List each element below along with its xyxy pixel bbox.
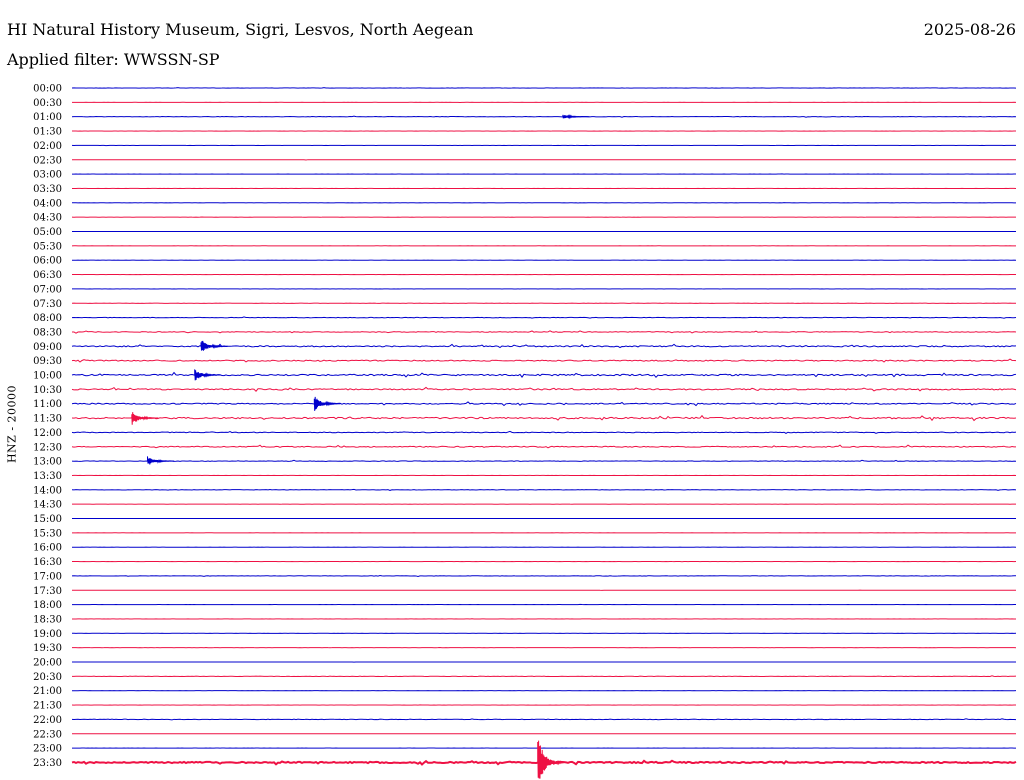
trace-line — [71, 430, 1017, 434]
seismic-event — [200, 340, 228, 351]
trace-line — [71, 358, 1017, 363]
seismic-event — [313, 396, 341, 411]
row-time-label: 19:00 — [33, 629, 62, 640]
row-time-label: 04:30 — [33, 213, 62, 224]
row-time-label: 05:30 — [33, 241, 62, 252]
row-time-label: 16:00 — [33, 543, 62, 554]
trace-line — [71, 444, 1017, 449]
row-time-label: 08:00 — [33, 313, 62, 324]
row-time-label: 07:30 — [33, 299, 62, 310]
row-time-label: 20:00 — [33, 658, 62, 669]
row-time-label: 04:00 — [33, 198, 62, 209]
row-time-label: 14:30 — [33, 500, 62, 511]
row-time-label: 21:00 — [33, 686, 62, 697]
trace-line — [71, 330, 1017, 334]
row-time-label: 18:00 — [33, 600, 62, 611]
trace-line — [71, 316, 1017, 319]
row-time-label: 17:00 — [33, 571, 62, 582]
row-time-label: 07:00 — [33, 284, 62, 295]
row-time-label: 21:30 — [33, 701, 62, 712]
row-time-label: 05:00 — [33, 227, 62, 238]
seismic-event — [131, 412, 159, 425]
row-time-label: 12:30 — [33, 442, 62, 453]
row-time-label: 03:00 — [33, 170, 62, 181]
seismogram-plot: 00:00 00:30 01:00 01:30 02:00 02:30 03:00 03:30… — [33, 84, 1017, 779]
trace-line — [71, 718, 1017, 721]
trace-line — [71, 414, 1017, 422]
row-time-label: 19:30 — [33, 643, 62, 654]
trace-line — [71, 488, 1017, 491]
row-time-label: 16:30 — [33, 557, 62, 568]
trace-line — [71, 574, 1017, 577]
row-time-label: 06:30 — [33, 270, 62, 281]
row-time-label: 00:30 — [33, 98, 62, 109]
row-time-label: 23:30 — [33, 758, 62, 769]
trace-line — [71, 675, 1017, 678]
row-time-label: 01:30 — [33, 127, 62, 138]
row-time-label: 09:00 — [33, 342, 62, 353]
row-time-label: 22:00 — [33, 715, 62, 726]
trace-line — [71, 87, 1017, 89]
row-time-label: 10:30 — [33, 385, 62, 396]
row-time-label: 06:00 — [33, 256, 62, 267]
row-time-label: 23:00 — [33, 744, 62, 755]
trace-line — [71, 459, 1017, 462]
row-time-label: 18:30 — [33, 614, 62, 625]
row-time-label: 22:30 — [33, 729, 62, 740]
row-time-label: 17:30 — [33, 586, 62, 597]
trace-line — [71, 401, 1017, 407]
row-time-label: 00:00 — [33, 84, 62, 95]
row-time-label: 13:30 — [33, 471, 62, 482]
row-time-label: 20:30 — [33, 672, 62, 683]
row-time-label: 13:00 — [33, 457, 62, 468]
row-time-label: 14:00 — [33, 485, 62, 496]
seismic-event — [562, 114, 590, 120]
row-time-label: 01:00 — [33, 112, 62, 123]
row-time-label: 10:00 — [33, 371, 62, 382]
seismic-event — [194, 369, 222, 381]
row-time-label: 12:00 — [33, 428, 62, 439]
seismic-event — [537, 740, 565, 779]
row-time-label: 02:30 — [33, 155, 62, 166]
row-time-label: 15:00 — [33, 514, 62, 525]
row-time-label: 02:00 — [33, 141, 62, 152]
row-time-label: 11:30 — [33, 414, 62, 425]
row-time-label: 09:30 — [33, 356, 62, 367]
trace-line — [71, 386, 1017, 392]
row-time-label: 03:30 — [33, 184, 62, 195]
row-time-label: 15:30 — [33, 528, 62, 539]
row-time-label: 11:00 — [33, 399, 62, 410]
row-time-label: 08:30 — [33, 327, 62, 338]
trace-line — [71, 115, 1017, 118]
